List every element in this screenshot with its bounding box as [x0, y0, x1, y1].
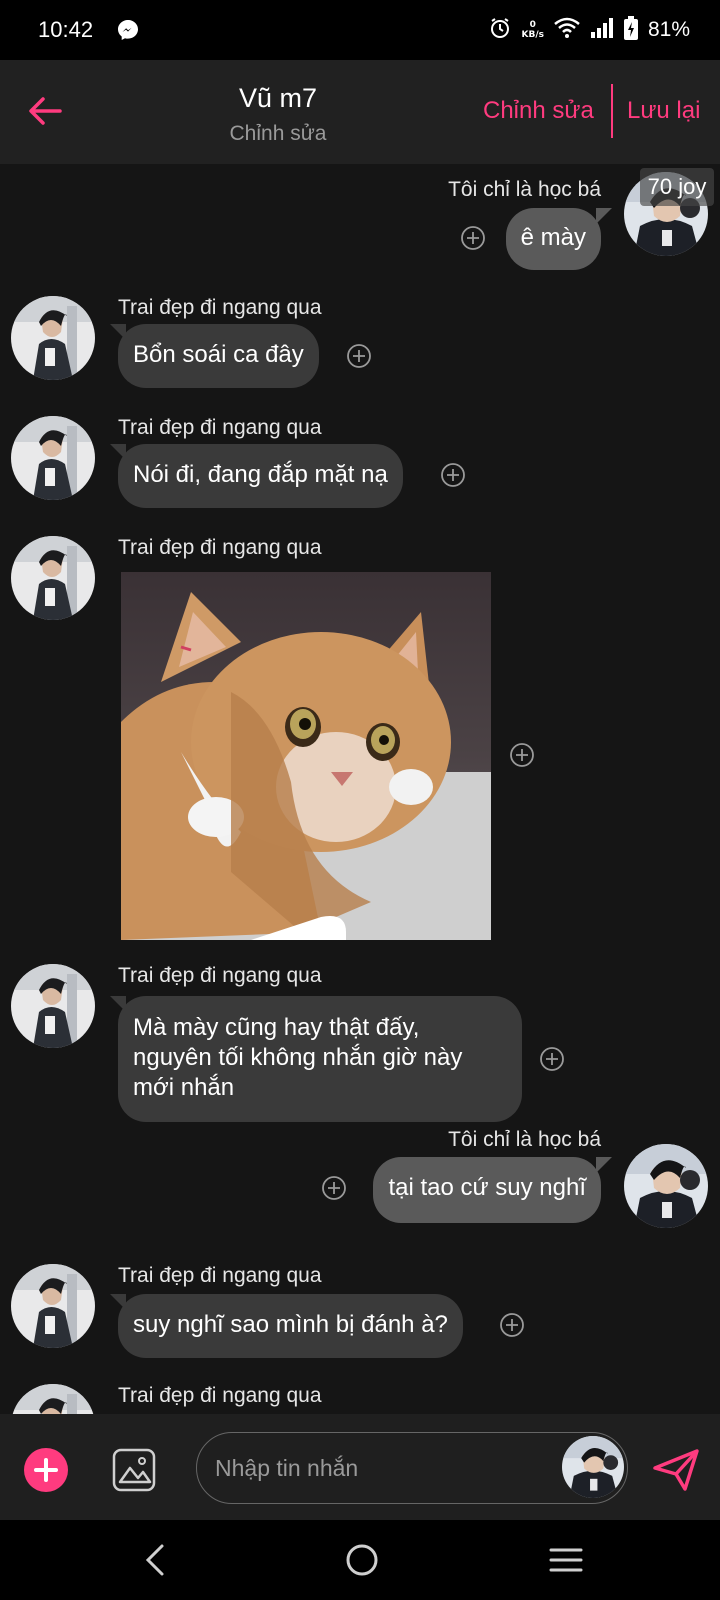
message-bubble[interactable]: Bổn soái ca đây	[118, 324, 319, 388]
chat-subtitle: Chỉnh sửa	[229, 122, 327, 145]
message-bubble[interactable]: suy nghĩ sao mình bị đánh à?	[118, 1294, 463, 1358]
sender-name: Trai đẹp đi ngang qua	[118, 536, 322, 559]
add-reaction-icon[interactable]	[440, 462, 466, 488]
save-button[interactable]: Lưu lại	[627, 97, 700, 125]
messenger-icon	[116, 18, 140, 42]
composer-bar: Nhập tin nhắn	[0, 1414, 720, 1520]
bubble-tail	[596, 208, 612, 224]
avatar[interactable]	[11, 964, 95, 1048]
back-arrow-icon	[29, 97, 62, 125]
message-bubble[interactable]: ê mày	[505, 208, 601, 270]
sender-name: Trai đẹp đi ngang qua	[118, 964, 322, 987]
composer-avatar[interactable]	[562, 1436, 624, 1498]
send-button[interactable]	[652, 1448, 700, 1492]
cat-photo[interactable]	[121, 572, 491, 940]
back-button[interactable]	[20, 86, 70, 136]
avatar[interactable]	[11, 536, 95, 620]
net-speed-unit: KB/s	[521, 30, 544, 40]
battery-percent: 81%	[647, 18, 690, 41]
message-bubble[interactable]: Mà mày cũng hay thật đấy, nguyên tối khô…	[118, 996, 522, 1122]
system-nav-bar	[0, 1520, 720, 1600]
add-reaction-icon[interactable]	[509, 742, 535, 768]
alarm-icon	[489, 17, 511, 44]
add-reaction-icon[interactable]	[460, 225, 486, 251]
gallery-icon	[112, 1448, 156, 1492]
add-reaction-icon[interactable]	[321, 1175, 347, 1201]
sender-name: Trai đẹp đi ngang qua	[118, 1384, 322, 1407]
signal-icon	[590, 17, 614, 44]
add-reaction-icon[interactable]	[499, 1312, 525, 1338]
edit-button[interactable]: Chỉnh sửa	[483, 97, 594, 125]
message-line: nguyên tối không nhắn giờ này	[133, 1044, 463, 1071]
message-line: Mà mày cũng hay thật đấy,	[133, 1014, 420, 1041]
message-bubble[interactable]: Nói đi, đang đắp mặt nạ	[118, 444, 403, 508]
message-input-placeholder: Nhập tin nhắn	[215, 1455, 359, 1481]
nav-recents-icon[interactable]	[548, 1544, 584, 1576]
message-bubble[interactable]: tại tao cứ suy nghĩ	[373, 1157, 601, 1223]
gallery-button[interactable]	[112, 1448, 156, 1492]
sender-name: Tôi chỉ là học bá	[448, 178, 601, 201]
add-button[interactable]	[24, 1448, 68, 1492]
header-divider	[611, 84, 613, 138]
add-icon	[34, 1458, 58, 1482]
chat-title: Vũ m7	[238, 83, 318, 113]
message-line: mới nhắn	[133, 1074, 235, 1101]
add-reaction-icon[interactable]	[346, 343, 372, 369]
battery-icon	[623, 15, 638, 45]
net-speed-value: 0	[529, 20, 536, 30]
joy-badge: 70 joy	[640, 168, 714, 206]
wifi-icon	[554, 17, 580, 44]
sender-name: Trai đẹp đi ngang qua	[118, 416, 322, 439]
sender-name: Trai đẹp đi ngang qua	[118, 296, 322, 319]
avatar[interactable]	[11, 1264, 95, 1348]
add-reaction-icon[interactable]	[539, 1046, 565, 1072]
message-list[interactable]: Tôi chỉ là học bá ê mày 70 joy Trai đẹp …	[0, 164, 720, 1414]
avatar[interactable]	[11, 1384, 95, 1414]
status-icons: 0 KB/s 81%	[489, 14, 690, 46]
avatar[interactable]	[11, 416, 95, 500]
nav-home-icon[interactable]	[344, 1542, 380, 1578]
status-bar: 10:42 0 KB/s 81%	[0, 0, 720, 60]
send-icon	[653, 1449, 699, 1491]
avatar[interactable]	[624, 1144, 708, 1228]
sender-name: Tôi chỉ là học bá	[448, 1128, 601, 1151]
sender-name: Trai đẹp đi ngang qua	[118, 1264, 322, 1287]
chat-header: Vũ m7 Chỉnh sửa Chỉnh sửa Lưu lại	[0, 60, 720, 164]
bubble-tail	[596, 1157, 612, 1173]
net-speed: 0 KB/s	[521, 20, 543, 40]
nav-back-icon[interactable]	[140, 1542, 170, 1578]
avatar[interactable]	[11, 296, 95, 380]
status-time: 10:42	[38, 17, 94, 42]
